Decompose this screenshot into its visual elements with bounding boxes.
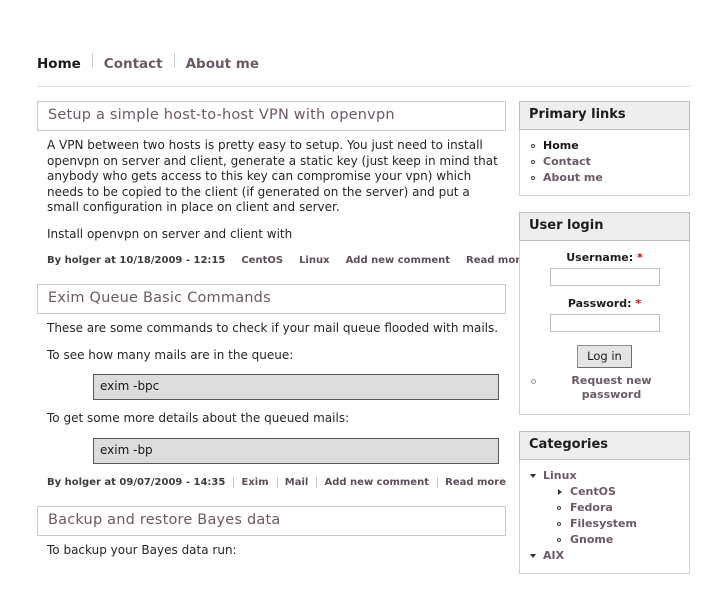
bullet-icon <box>531 144 535 148</box>
article-term-centos[interactable]: CentOS <box>241 255 283 266</box>
block-title: User login <box>519 212 690 241</box>
sidebar: Primary links Home Contact About me <box>519 101 690 590</box>
article-paragraph: To see how many mails are in the queue: <box>47 348 504 364</box>
article-title[interactable]: Backup and restore Bayes data <box>48 512 495 529</box>
article-body: These are some commands to check if your… <box>37 321 506 464</box>
article-term-mail[interactable]: Mail <box>285 477 309 488</box>
category-label[interactable]: Fedora <box>570 501 613 514</box>
category-label[interactable]: Linux <box>543 469 577 482</box>
category-fedora[interactable]: Fedora <box>556 500 680 516</box>
bullet-icon <box>557 538 561 542</box>
add-new-comment-link[interactable]: Add new comment <box>346 255 450 266</box>
article-term-linux[interactable]: Linux <box>299 255 330 266</box>
add-new-comment-link[interactable]: Add new comment <box>325 477 429 488</box>
nav-item-about-me[interactable]: About me <box>175 56 270 72</box>
block-content: Home Contact About me <box>519 130 690 196</box>
article-meta: By holger at 09/07/2009 - 14:35 Exim Mai… <box>37 477 506 488</box>
article-paragraph: To get some more details about the queue… <box>47 411 504 427</box>
article-title[interactable]: Setup a simple host-to-host VPN with ope… <box>48 107 495 124</box>
category-label[interactable]: CentOS <box>570 485 616 498</box>
category-aix[interactable]: AIX <box>529 548 680 564</box>
category-label[interactable]: Gnome <box>570 533 613 546</box>
password-label: Password: * <box>529 297 680 310</box>
content-column: Setup a simple host-to-host VPN with ope… <box>37 101 506 576</box>
login-button[interactable]: Log in <box>577 345 632 368</box>
request-new-password-item[interactable]: Request new password <box>529 374 680 402</box>
article-vpn: Setup a simple host-to-host VPN with ope… <box>37 101 506 266</box>
password-input[interactable] <box>550 314 660 332</box>
code-block: exim -bpc <box>93 374 499 400</box>
bullet-icon <box>557 506 561 510</box>
bullet-icon <box>557 522 561 526</box>
required-marker: * <box>635 297 641 310</box>
sidebar-item-contact[interactable]: Contact <box>529 154 680 170</box>
article-meta: By holger at 10/18/2009 - 12:15 CentOS L… <box>37 255 506 266</box>
username-label-text: Username: <box>566 251 633 264</box>
article-paragraph: These are some commands to check if your… <box>47 321 504 337</box>
login-form: Username: * Password: * Log in Request n… <box>519 241 690 415</box>
block-title: Primary links <box>519 101 690 130</box>
sidebar-item-home[interactable]: Home <box>529 138 680 154</box>
category-gnome[interactable]: Gnome <box>556 532 680 548</box>
bullet-icon <box>531 176 535 180</box>
sidebar-item-label[interactable]: Home <box>543 139 579 152</box>
article-title-box: Exim Queue Basic Commands <box>37 284 506 314</box>
article-body: A VPN between two hosts is pretty easy t… <box>37 138 506 242</box>
block-user-login: User login Username: * Password: * Log i… <box>519 212 690 415</box>
primary-links-list: Home Contact About me <box>529 138 680 186</box>
category-filesystem[interactable]: Filesystem <box>556 516 680 532</box>
header-divider <box>37 86 690 87</box>
triangle-right-icon[interactable] <box>558 489 562 495</box>
category-linux[interactable]: Linux CentOS Fedora <box>529 468 680 548</box>
article-byline: By holger at 10/18/2009 - 12:15 <box>47 255 225 266</box>
triangle-down-icon[interactable] <box>530 554 536 558</box>
nav-item-contact[interactable]: Contact <box>93 56 174 72</box>
page-root: Home Contact About me Setup a simple hos… <box>0 0 727 545</box>
article-byline: By holger at 09/07/2009 - 14:35 <box>47 477 225 488</box>
password-label-text: Password: <box>568 297 632 310</box>
required-marker: * <box>637 251 643 264</box>
article-exim: Exim Queue Basic Commands These are some… <box>37 284 506 488</box>
article-title-box: Setup a simple host-to-host VPN with ope… <box>37 101 506 131</box>
article-term-exim[interactable]: Exim <box>241 477 268 488</box>
category-centos[interactable]: CentOS <box>556 484 680 500</box>
category-label[interactable]: Filesystem <box>570 517 637 530</box>
read-more-link[interactable]: Read more <box>445 477 506 488</box>
sidebar-item-label[interactable]: Contact <box>543 155 591 168</box>
sidebar-item-about-me[interactable]: About me <box>529 170 680 186</box>
block-content: Linux CentOS Fedora <box>519 460 690 574</box>
request-new-password-link[interactable]: Request new password <box>543 374 680 402</box>
block-categories: Categories Linux CentOS <box>519 431 690 574</box>
bullet-icon <box>531 160 535 164</box>
sidebar-item-label[interactable]: About me <box>543 171 603 184</box>
triangle-down-icon[interactable] <box>530 474 536 478</box>
bullet-icon <box>531 379 536 384</box>
article-paragraph: A VPN between two hosts is pretty easy t… <box>47 138 504 216</box>
primary-navigation: Home Contact About me <box>37 53 270 72</box>
nav-item-home[interactable]: Home <box>37 56 92 72</box>
read-more-link[interactable]: Read more <box>466 255 527 266</box>
category-children-linux: CentOS Fedora Filesystem <box>543 484 680 548</box>
username-input[interactable] <box>550 268 660 286</box>
block-title: Categories <box>519 431 690 460</box>
category-label[interactable]: AIX <box>543 549 564 562</box>
article-paragraph: Install openvpn on server and client wit… <box>47 227 504 243</box>
username-label: Username: * <box>529 251 680 264</box>
article-title-box: Backup and restore Bayes data <box>37 506 506 536</box>
article-bayes: Backup and restore Bayes data To backup … <box>37 506 506 559</box>
block-primary-links: Primary links Home Contact About me <box>519 101 690 196</box>
article-title[interactable]: Exim Queue Basic Commands <box>48 290 495 307</box>
categories-tree: Linux CentOS Fedora <box>529 468 680 564</box>
code-block: exim -bp <box>93 438 499 464</box>
